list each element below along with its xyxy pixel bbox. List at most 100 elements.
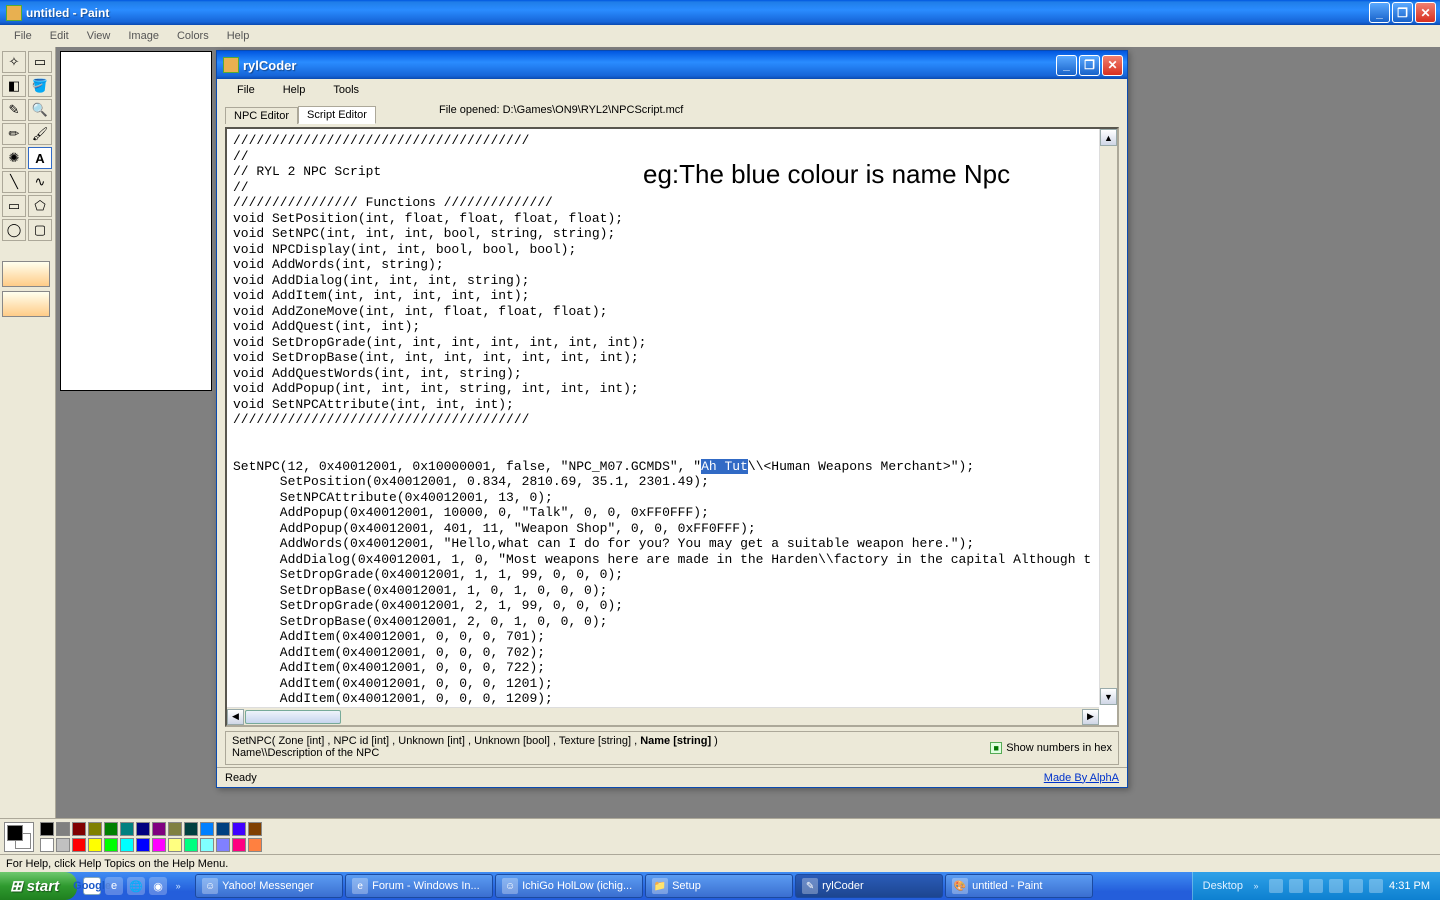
color-swatch[interactable] <box>120 822 134 836</box>
color-swatch[interactable] <box>184 838 198 852</box>
tray-icon-2[interactable] <box>1289 879 1303 893</box>
tool-rectangle[interactable]: ▭ <box>2 195 26 217</box>
tool-brush[interactable]: 🖌 <box>28 123 52 145</box>
tool-curve[interactable]: ∿ <box>28 171 52 193</box>
horizontal-scrollbar[interactable]: ◀ ▶ <box>227 707 1099 725</box>
tray-icon-4[interactable] <box>1329 879 1343 893</box>
scroll-thumb[interactable] <box>245 710 341 724</box>
color-swatch[interactable] <box>136 838 150 852</box>
paint-menu-edit[interactable]: Edit <box>42 28 77 44</box>
rylcoder-minimize-button[interactable]: _ <box>1056 55 1077 76</box>
current-colors[interactable] <box>4 822 34 852</box>
ql-globe-icon[interactable]: 🌐 <box>127 877 145 895</box>
color-swatch[interactable] <box>56 822 70 836</box>
paint-minimize-button[interactable]: _ <box>1369 2 1390 23</box>
color-swatch[interactable] <box>120 838 134 852</box>
color-swatch[interactable] <box>248 822 262 836</box>
color-swatch[interactable] <box>104 838 118 852</box>
taskbar-button[interactable]: ☺IchiGo HolLow (ichig... <box>495 874 643 898</box>
color-swatch[interactable] <box>232 822 246 836</box>
color-swatch[interactable] <box>40 822 54 836</box>
color-swatch[interactable] <box>72 838 86 852</box>
windows-logo-icon: ⊞ <box>10 877 23 895</box>
color-swatch[interactable] <box>200 822 214 836</box>
color-swatch[interactable] <box>248 838 262 852</box>
start-button[interactable]: ⊞ start <box>0 872 77 900</box>
tool-pencil[interactable]: ✏ <box>2 123 26 145</box>
paint-menu-file[interactable]: File <box>6 28 40 44</box>
rylcoder-titlebar[interactable]: rylCoder _ ❐ ✕ <box>217 51 1127 79</box>
paint-menu-colors[interactable]: Colors <box>169 28 217 44</box>
color-swatch[interactable] <box>168 838 182 852</box>
tool-option-1[interactable] <box>2 261 50 287</box>
tool-freeform-select[interactable]: ✧ <box>2 51 26 73</box>
color-swatch[interactable] <box>152 822 166 836</box>
taskbar-button[interactable]: ☺Yahoo! Messenger <box>195 874 343 898</box>
tool-select[interactable]: ▭ <box>28 51 52 73</box>
tool-option-2[interactable] <box>2 291 50 317</box>
taskbar-button[interactable]: ✎rylCoder <box>795 874 943 898</box>
desktop-label[interactable]: Desktop <box>1203 880 1243 892</box>
taskbar-button[interactable]: 🎨untitled - Paint <box>945 874 1093 898</box>
color-swatch[interactable] <box>72 822 86 836</box>
color-swatch[interactable] <box>104 822 118 836</box>
color-swatch[interactable] <box>56 838 70 852</box>
ql-google[interactable]: Google <box>83 877 101 895</box>
tool-polygon[interactable]: ⬠ <box>28 195 52 217</box>
tool-ellipse[interactable]: ◯ <box>2 219 26 241</box>
tool-rounded-rect[interactable]: ▢ <box>28 219 52 241</box>
color-swatch[interactable] <box>200 838 214 852</box>
color-swatch[interactable] <box>136 822 150 836</box>
paint-close-button[interactable]: ✕ <box>1415 2 1436 23</box>
taskbar-button[interactable]: eForum - Windows In... <box>345 874 493 898</box>
tab-script-editor[interactable]: Script Editor <box>298 106 376 124</box>
paint-menu-image[interactable]: Image <box>120 28 167 44</box>
ql-ie-icon[interactable]: e <box>105 877 123 895</box>
tool-line[interactable]: ╲ <box>2 171 26 193</box>
script-text-area[interactable]: ////////////////////////////////////// /… <box>227 129 1099 705</box>
paint-toolbox: ✧ ▭ ◧ 🪣 ✎ 🔍 ✏ 🖌 ✺ A ╲ ∿ ▭ ⬠ ◯ ▢ <box>0 47 56 818</box>
rylcoder-menu-help[interactable]: Help <box>273 82 316 98</box>
taskbar-button[interactable]: 📁Setup <box>645 874 793 898</box>
tab-npc-editor[interactable]: NPC Editor <box>225 107 298 124</box>
rylcoder-close-button[interactable]: ✕ <box>1102 55 1123 76</box>
color-swatch[interactable] <box>88 838 102 852</box>
rylcoder-menu-file[interactable]: File <box>227 82 265 98</box>
paint-menu-help[interactable]: Help <box>219 28 258 44</box>
color-swatch[interactable] <box>216 822 230 836</box>
tray-expand-icon[interactable]: » <box>1249 881 1263 891</box>
tool-fill[interactable]: 🪣 <box>28 75 52 97</box>
color-swatch[interactable] <box>40 838 54 852</box>
scroll-up-button[interactable]: ▲ <box>1100 129 1117 146</box>
color-swatch[interactable] <box>88 822 102 836</box>
color-swatch[interactable] <box>216 838 230 852</box>
tool-eraser[interactable]: ◧ <box>2 75 26 97</box>
color-swatch[interactable] <box>184 822 198 836</box>
tool-picker[interactable]: ✎ <box>2 99 26 121</box>
quick-launch: Google e 🌐 ◉ » <box>77 877 191 895</box>
tray-icon-6[interactable] <box>1369 879 1383 893</box>
made-by-link[interactable]: Made By AlphA <box>1044 772 1119 784</box>
ql-expand-icon[interactable]: » <box>171 881 185 891</box>
rylcoder-maximize-button[interactable]: ❐ <box>1079 55 1100 76</box>
tray-icon-3[interactable] <box>1309 879 1323 893</box>
scroll-right-button[interactable]: ▶ <box>1082 709 1099 725</box>
color-swatch[interactable] <box>168 822 182 836</box>
show-hex-checkbox[interactable]: ■ Show numbers in hex <box>990 742 1112 754</box>
paint-maximize-button[interactable]: ❐ <box>1392 2 1413 23</box>
color-swatch[interactable] <box>152 838 166 852</box>
paint-menu-view[interactable]: View <box>79 28 119 44</box>
rylcoder-menu-tools[interactable]: Tools <box>323 82 369 98</box>
vertical-scrollbar[interactable]: ▲ ▼ <box>1099 129 1117 705</box>
tool-airbrush[interactable]: ✺ <box>2 147 26 169</box>
color-swatch[interactable] <box>232 838 246 852</box>
tray-clock[interactable]: 4:31 PM <box>1389 880 1430 892</box>
scroll-left-button[interactable]: ◀ <box>227 709 244 725</box>
tray-icon-5[interactable] <box>1349 879 1363 893</box>
tool-magnifier[interactable]: 🔍 <box>28 99 52 121</box>
ql-media-icon[interactable]: ◉ <box>149 877 167 895</box>
tray-icon-1[interactable] <box>1269 879 1283 893</box>
paint-canvas[interactable] <box>60 51 212 391</box>
tool-text[interactable]: A <box>28 147 52 169</box>
scroll-down-button[interactable]: ▼ <box>1100 688 1117 705</box>
